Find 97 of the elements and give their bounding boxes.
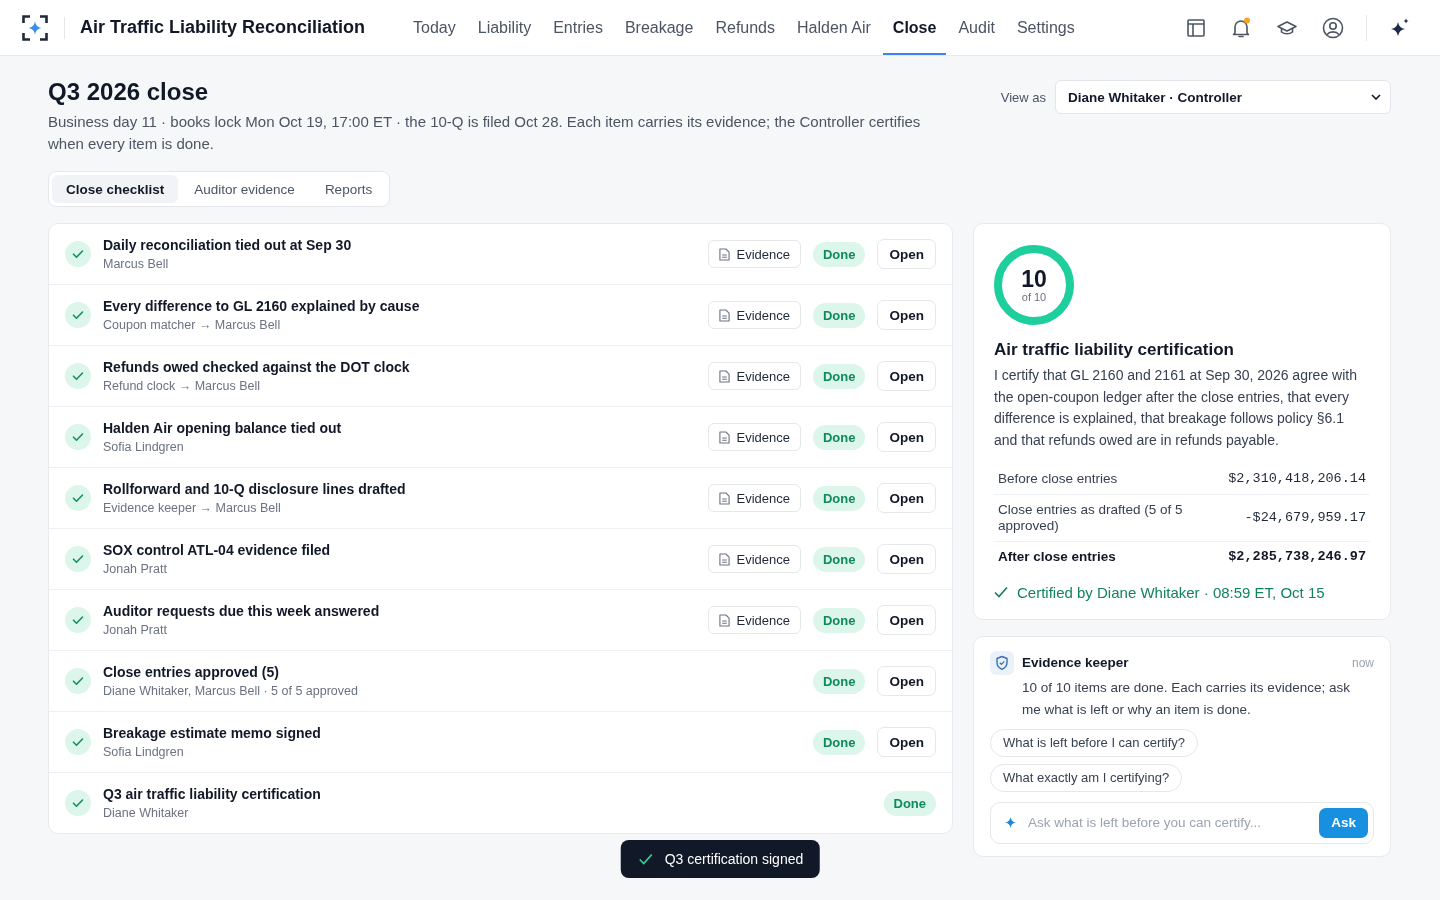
document-icon	[718, 613, 730, 627]
nav-tab[interactable]: Liability	[467, 0, 542, 55]
document-icon	[718, 552, 730, 566]
evidence-button[interactable]: Evidence	[707, 423, 801, 451]
assistant-message: 10 of 10 items are done. Each carries its evidence; ask me what is left or why an item is done.	[1022, 678, 1351, 719]
item-title: Halden Air opening balance tied out	[103, 419, 343, 437]
graduation-cap-icon[interactable]	[1276, 19, 1298, 36]
evidence-button[interactable]: Evidence	[707, 545, 801, 573]
tab[interactable]: Reports	[310, 175, 387, 203]
open-button[interactable]: Open	[877, 666, 936, 696]
item-owner: Marcus Bell	[103, 256, 170, 272]
nav-tab[interactable]: Close	[882, 0, 947, 55]
nav-tab[interactable]: Halden Air	[787, 0, 881, 55]
shield-icon	[990, 650, 1014, 675]
item-title: Every difference to GL 2160 explained by cause	[103, 297, 421, 315]
document-icon	[718, 491, 730, 505]
tab[interactable]: Auditor evidence	[180, 175, 309, 203]
item-title: Close entries approved (5)	[103, 663, 280, 681]
logo-icon[interactable]	[22, 14, 48, 41]
document-icon	[718, 308, 730, 322]
chevron-down-icon	[1371, 94, 1381, 100]
item-owner: Diane Whitaker	[103, 805, 190, 821]
open-button[interactable]: Open	[877, 361, 936, 391]
user-icon[interactable]	[1322, 16, 1344, 39]
check-icon	[994, 586, 1008, 599]
evidence-button[interactable]: Evidence	[707, 301, 801, 329]
assistant-name: Evidence keeper	[1022, 655, 1129, 671]
total-label: After close entries	[998, 548, 1116, 565]
item-title: Auditor requests due this week answered	[103, 602, 381, 620]
nav-tab[interactable]: Refunds	[705, 0, 785, 55]
layout-icon[interactable]	[1186, 17, 1206, 38]
document-icon	[718, 369, 730, 383]
check-icon	[638, 853, 653, 865]
total-amount: $2,310,418,206.14	[1228, 471, 1366, 487]
certified-note: Certified by Diane Whitaker · 08:59 ET, Oct 15	[1017, 583, 1325, 601]
item-owner: Jonah Pratt	[103, 622, 168, 638]
nav-tab[interactable]: Audit	[948, 0, 1005, 55]
tab[interactable]: Close checklist	[52, 175, 179, 203]
document-icon	[718, 430, 730, 444]
nav-tab[interactable]: Entries	[543, 0, 613, 55]
page-title: Q3 2026 close	[48, 77, 210, 107]
item-title: Refunds owed checked against the DOT clock	[103, 358, 411, 376]
view-as-select[interactable]: Diane Whitaker · Controller	[1055, 80, 1391, 114]
evidence-button[interactable]: Evidence	[707, 240, 801, 268]
item-owner: Sofia Lindgren	[103, 744, 185, 760]
item-title: Breakage estimate memo signed	[103, 724, 322, 742]
nav-tab[interactable]: Today	[403, 0, 466, 55]
status-badge: Done	[813, 363, 866, 389]
bell-icon[interactable]	[1230, 16, 1252, 39]
toast-message: Q3 certification signed	[664, 851, 804, 867]
open-button[interactable]: Open	[877, 727, 936, 757]
progress-count: 10	[1021, 266, 1047, 291]
certification-title: Air traffic liability certification	[994, 339, 1235, 361]
item-owner: Jonah Pratt	[103, 561, 168, 577]
nav-tab[interactable]: Settings	[1006, 0, 1085, 55]
item-title: Q3 air traffic liability certification	[103, 785, 322, 803]
evidence-button[interactable]: Evidence	[707, 362, 801, 390]
open-button[interactable]: Open	[877, 605, 936, 635]
open-button[interactable]: Open	[877, 422, 936, 452]
suggestion-chip[interactable]: What exactly am I certifying?	[990, 763, 1183, 792]
item-owner: Refund clock → Marcus Bell	[103, 378, 261, 394]
item-owner: Coupon matcher → Marcus Bell	[103, 317, 282, 333]
total-amount: $2,285,738,246.97	[1228, 549, 1366, 565]
total-label: Close entries as drafted (5 of 5 approved)	[998, 501, 1184, 534]
open-button[interactable]: Open	[877, 544, 936, 574]
open-button[interactable]: Open	[877, 483, 936, 513]
page-subtitle: Business day 11 · books lock Mon Oct 19, 17:00 ET · the 10-Q is filed Oct 28. Each item carries its evidence; the Controller certifies when every item is done.	[48, 112, 922, 154]
evidence-button[interactable]: Evidence	[707, 484, 801, 512]
item-title: Daily reconciliation tied out at Sep 30	[103, 236, 353, 254]
status-badge: Done	[813, 546, 866, 572]
sparkle-icon	[1005, 817, 1016, 829]
status-badge: Done	[813, 607, 866, 633]
total-amount: -$24,679,959.17	[1244, 510, 1366, 526]
message-time: now	[1352, 655, 1374, 670]
evidence-button[interactable]: Evidence	[707, 606, 801, 634]
status-badge: Done	[813, 241, 866, 267]
status-badge: Done	[813, 424, 866, 450]
item-owner: Diane Whitaker, Marcus Bell · 5 of 5 approved	[103, 683, 359, 699]
nav-tab[interactable]: Breakage	[614, 0, 704, 55]
app-title: Air Traffic Liability Reconciliation	[80, 17, 366, 38]
certification-statement: I certify that GL 2160 and 2161 at Sep 30, 2026 agree with the open-coupon ledger after the close entries, that every difference is explained, that breakage follows policy §6.1 and that refunds owed are in refunds payable.	[994, 366, 1358, 451]
open-button[interactable]: Open	[877, 300, 936, 330]
status-badge: Done	[813, 729, 866, 755]
status-badge: Done	[813, 302, 866, 328]
open-button[interactable]: Open	[877, 239, 936, 269]
item-owner: Evidence keeper → Marcus Bell	[103, 500, 282, 516]
status-badge: Done	[883, 790, 936, 816]
item-owner: Sofia Lindgren	[103, 439, 185, 455]
item-title: SOX control ATL-04 evidence filed	[103, 541, 332, 559]
total-label: Before close entries	[998, 470, 1118, 487]
item-title: Rollforward and 10-Q disclosure lines drafted	[103, 480, 407, 498]
document-icon	[718, 247, 730, 261]
status-badge: Done	[813, 485, 866, 511]
status-badge: Done	[813, 668, 866, 694]
view-as-label: View as	[1000, 89, 1046, 105]
suggestion-chip[interactable]: What is left before I can certify?	[990, 728, 1199, 757]
progress-caption: of 10	[1021, 290, 1047, 304]
